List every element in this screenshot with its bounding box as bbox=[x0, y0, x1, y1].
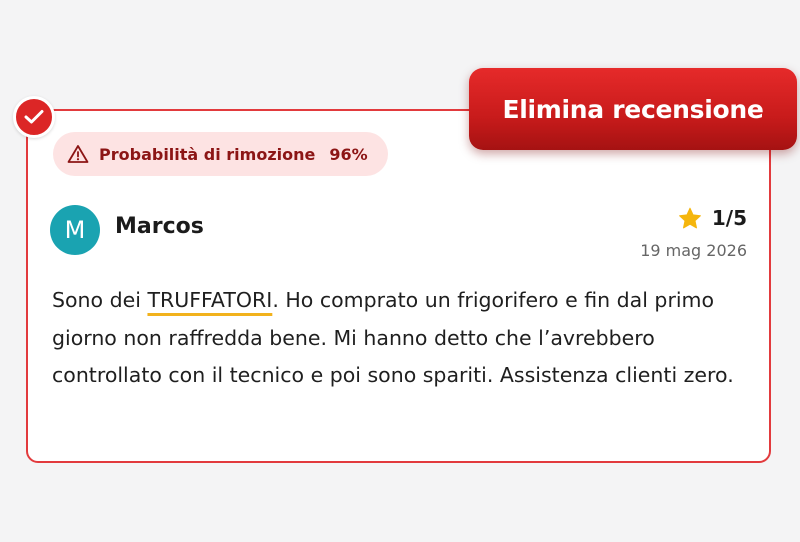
review-text: Sono dei TRUFFATORI. Ho comprato un frig… bbox=[52, 282, 742, 395]
selected-check-badge[interactable] bbox=[13, 96, 55, 138]
review-date: 19 mag 2026 bbox=[640, 241, 747, 260]
warning-icon bbox=[67, 144, 89, 164]
highlighted-word: TRUFFATORI bbox=[147, 288, 273, 312]
star-icon bbox=[678, 207, 701, 228]
check-icon bbox=[24, 110, 44, 124]
review-author: Marcos bbox=[115, 214, 204, 239]
avatar: M bbox=[50, 205, 100, 255]
review-text-start: Sono dei bbox=[52, 288, 148, 312]
rating-value: 1/5 bbox=[711, 206, 747, 230]
review-rating: 1/5 bbox=[678, 206, 747, 230]
removal-probability-badge: Probabilità di rimozione 96% bbox=[53, 132, 388, 176]
avatar-initial: M bbox=[64, 216, 86, 244]
removal-probability-value: 96% bbox=[329, 144, 368, 164]
removal-probability-label: Probabilità di rimozione bbox=[99, 144, 316, 164]
delete-review-button[interactable]: Elimina recensione bbox=[469, 68, 797, 150]
